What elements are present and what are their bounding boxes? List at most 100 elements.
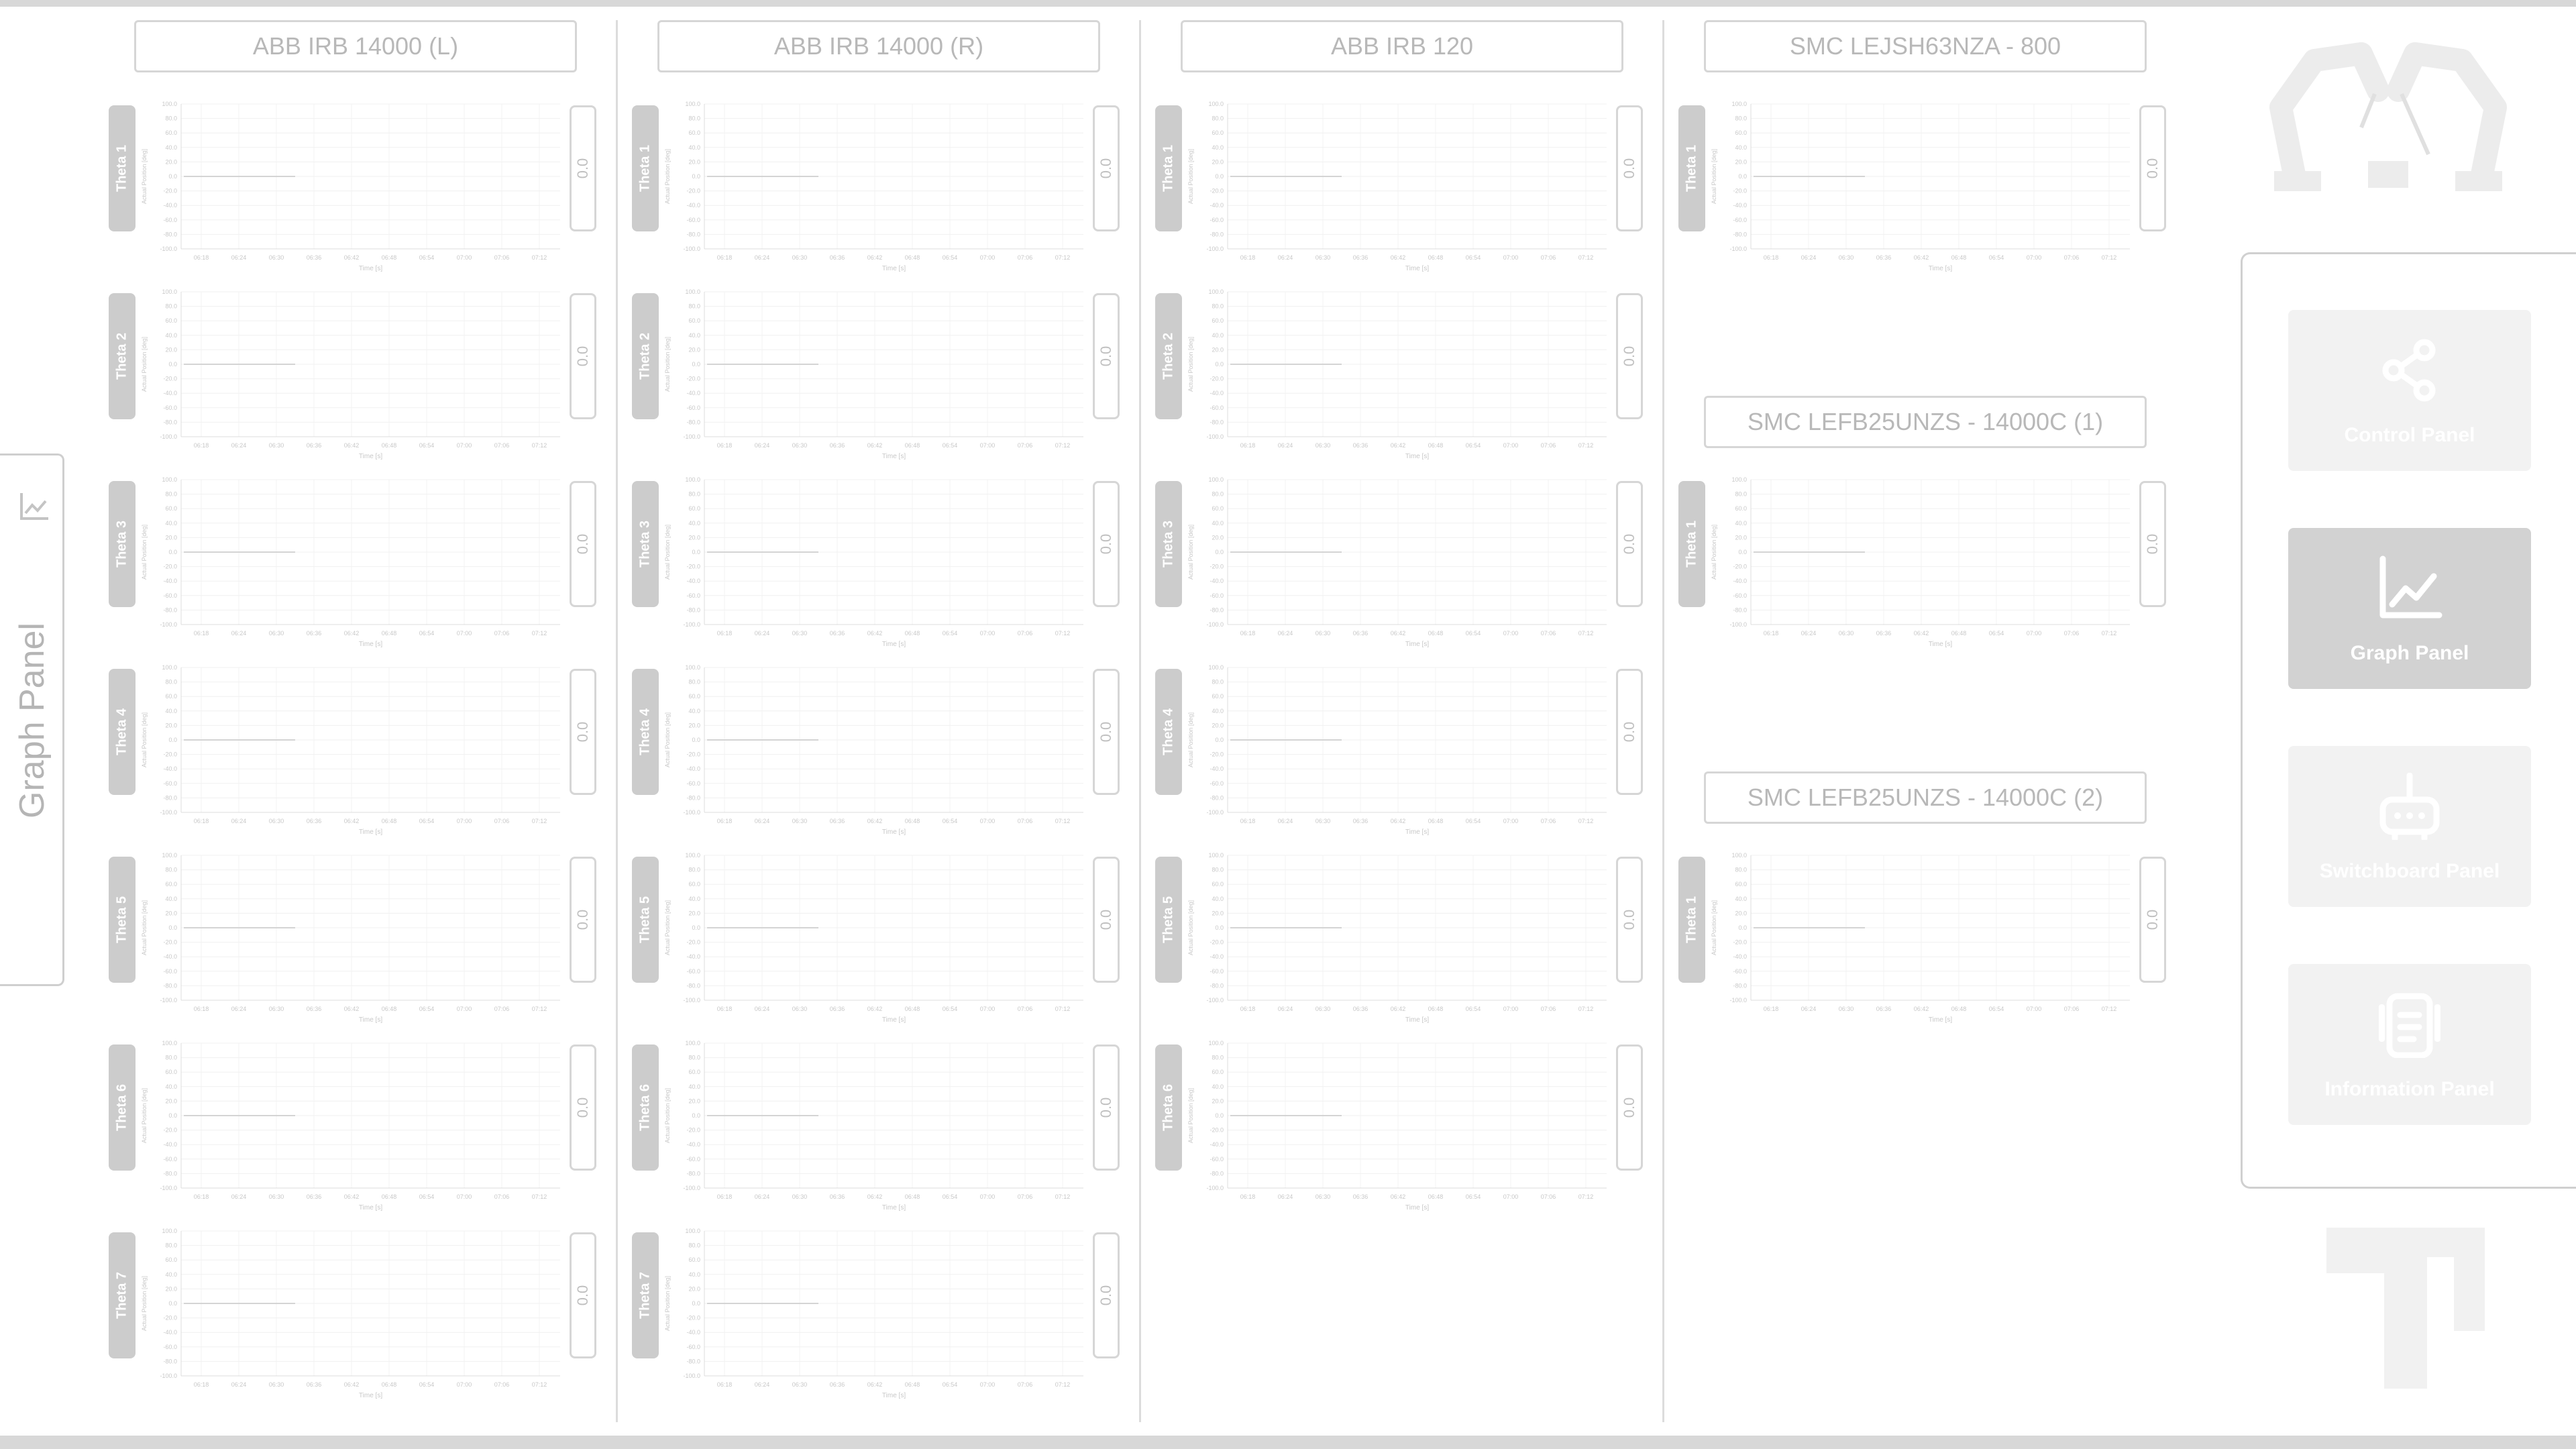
x-tick-label: 06:54: [943, 1006, 958, 1012]
x-tick-label: 06:30: [792, 1006, 808, 1012]
x-tick-label: 06:36: [307, 630, 322, 637]
x-tick-label: 07:06: [1018, 442, 1033, 449]
y-tick-label: 0.0: [692, 924, 700, 931]
side-tab-graph-panel[interactable]: Graph Panel: [0, 453, 64, 986]
chart-row: Theta 7 100.0 80.0 60.0 40.0 20.0 0.0 -20.0 -40.…: [632, 1224, 1122, 1399]
y-tick-label: 60.0: [1212, 317, 1224, 324]
y-tick-label: 40.0: [688, 708, 700, 714]
chart-row: Theta 6 100.0 80.0 60.0 40.0 20.0 0.0 -20.0 -40.…: [1155, 1036, 1645, 1212]
theta-label-pill: Theta 4: [109, 669, 136, 795]
x-tick-label: 06:42: [344, 442, 360, 449]
theta-label: Theta 5: [1161, 896, 1176, 944]
value-readout: 0.0: [1616, 1044, 1643, 1171]
y-tick-label: -60.0: [163, 1344, 177, 1350]
x-tick-label: 06:48: [382, 1381, 397, 1388]
y-tick-label: -80.0: [686, 1358, 700, 1364]
y-tick-label: -20.0: [686, 564, 700, 570]
y-tick-label: -20.0: [163, 564, 177, 570]
x-tick-label: 07:12: [1055, 1006, 1071, 1012]
y-tick-label: 20.0: [688, 1285, 700, 1292]
x-tick-label: 07:12: [1055, 1193, 1071, 1200]
value-text: 0.0: [1097, 158, 1114, 179]
information-panel-button[interactable]: Information Panel: [2288, 964, 2531, 1125]
y-tick-label: 100.0: [1208, 852, 1224, 859]
x-tick-label: 06:48: [1428, 630, 1444, 637]
position-chart: 100.0 80.0 60.0 40.0 20.0 0.0 -20.0 -40.0 -60.0 -…: [664, 664, 1083, 836]
y-tick-label: 0.0: [692, 1112, 700, 1119]
y-tick-label: 40.0: [688, 144, 700, 151]
y-tick-label: 100.0: [685, 852, 700, 859]
chart-row: Theta 1 100.0 80.0 60.0 40.0 20.0 0.0 -20.0 -40.…: [109, 97, 598, 272]
x-tick-label: 06:24: [231, 1006, 247, 1012]
y-tick-label: 40.0: [1212, 332, 1224, 339]
y-tick-label: 20.0: [1212, 534, 1224, 541]
y-tick-label: 80.0: [1212, 679, 1224, 686]
value-readout: 0.0: [1616, 105, 1643, 231]
x-tick-label: 06:18: [1240, 1193, 1256, 1200]
x-tick-label: 06:54: [419, 818, 435, 824]
y-tick-label: -20.0: [1733, 564, 1747, 570]
y-tick-label: -20.0: [1733, 939, 1747, 946]
value-text: 0.0: [1097, 909, 1114, 930]
switchboard-panel-button[interactable]: Switchboard Panel: [2288, 746, 2531, 907]
y-tick-label: -60.0: [686, 1344, 700, 1350]
theta-label: Theta 5: [637, 896, 653, 944]
x-tick-label: 06:18: [717, 442, 733, 449]
y-tick-label: 40.0: [165, 520, 177, 527]
theta-label-pill: Theta 2: [632, 293, 659, 419]
position-chart: 100.0 80.0 60.0 40.0 20.0 0.0 -20.0 -40.0 -60.0 -…: [1711, 852, 2130, 1024]
x-tick-label: 06:30: [269, 1006, 284, 1012]
y-tick-label: -80.0: [163, 1358, 177, 1364]
y-axis-label: Actual Position [deg]: [664, 712, 671, 767]
y-tick-label: 80.0: [1735, 491, 1747, 498]
control-panel-button[interactable]: Control Panel: [2288, 310, 2531, 471]
x-tick-label: 06:18: [194, 1006, 209, 1012]
value-readout: 0.0: [1616, 857, 1643, 983]
theta-label-pill: Theta 1: [632, 105, 659, 231]
x-axis-label: Time [s]: [1405, 453, 1429, 460]
x-tick-label: 06:30: [269, 442, 284, 449]
theta-label: Theta 1: [114, 144, 129, 193]
y-tick-label: 80.0: [688, 491, 700, 498]
x-tick-label: 06:54: [419, 1381, 435, 1388]
y-tick-label: 80.0: [688, 679, 700, 686]
x-tick-label: 06:18: [194, 630, 209, 637]
value-text: 0.0: [1097, 345, 1114, 367]
x-tick-label: 06:24: [755, 818, 770, 824]
y-tick-label: -20.0: [1210, 376, 1224, 382]
y-tick-label: 0.0: [168, 737, 177, 743]
theta-label: Theta 7: [637, 1271, 653, 1320]
x-tick-label: 06:54: [419, 630, 435, 637]
position-chart: 100.0 80.0 60.0 40.0 20.0 0.0 -20.0 -40.0 -60.0 -…: [1187, 852, 1607, 1024]
graph-panel-button[interactable]: Graph Panel: [2288, 528, 2531, 689]
x-tick-label: 06:18: [1240, 1006, 1256, 1012]
y-tick-label: -100.0: [1729, 621, 1747, 628]
x-axis-label: Time [s]: [882, 1392, 906, 1399]
y-tick-label: -80.0: [1210, 1170, 1224, 1177]
x-tick-label: 06:42: [344, 1381, 360, 1388]
value-text: 0.0: [1621, 345, 1638, 367]
y-tick-label: 40.0: [165, 332, 177, 339]
y-tick-label: 80.0: [165, 867, 177, 873]
value-readout: 0.0: [1616, 293, 1643, 419]
y-tick-label: 40.0: [688, 1083, 700, 1090]
x-tick-label: 06:48: [905, 254, 920, 261]
x-tick-label: 07:06: [1018, 1006, 1033, 1012]
x-tick-label: 06:30: [1316, 442, 1331, 449]
x-tick-label: 06:36: [1353, 818, 1368, 824]
x-tick-label: 06:30: [792, 1193, 808, 1200]
y-tick-label: 80.0: [165, 1242, 177, 1249]
y-tick-label: 80.0: [688, 303, 700, 310]
y-tick-label: 60.0: [1735, 129, 1747, 136]
y-tick-label: 40.0: [1212, 144, 1224, 151]
column-header: ABB IRB 120: [1181, 20, 1623, 72]
y-tick-label: -60.0: [1210, 1156, 1224, 1163]
y-tick-label: -60.0: [686, 968, 700, 975]
x-tick-label: 06:30: [269, 818, 284, 824]
value-text: 0.0: [1097, 721, 1114, 743]
x-tick-label: 06:24: [755, 442, 770, 449]
position-chart: 100.0 80.0 60.0 40.0 20.0 0.0 -20.0 -40.0 -60.0 -…: [664, 1228, 1083, 1399]
value-readout: 0.0: [570, 1232, 596, 1358]
y-tick-label: 40.0: [1212, 708, 1224, 714]
y-tick-label: 40.0: [688, 332, 700, 339]
